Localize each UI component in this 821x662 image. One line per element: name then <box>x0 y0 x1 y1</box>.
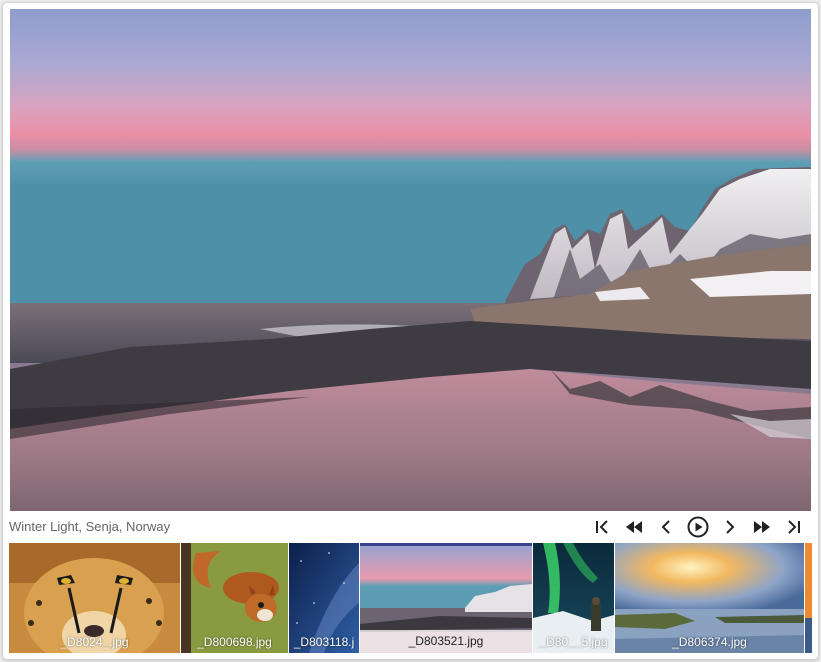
skip-to-last-button[interactable] <box>778 515 810 539</box>
rewind-icon <box>626 521 642 533</box>
thumbnail-label: _D803118.j <box>293 635 355 649</box>
next-icon <box>726 520 735 534</box>
main-photo[interactable] <box>10 9 811 511</box>
caption-bar: Winter Light, Senja, Norway <box>9 513 812 541</box>
partial-thumbnail-image <box>805 543 812 653</box>
thumbnail-partial[interactable] <box>805 543 812 653</box>
rewind-button[interactable] <box>618 515 650 539</box>
gallery-window: Winter Light, Senja, Norway _D8024_.jpg … <box>2 2 819 660</box>
thumbnail-cheetah[interactable]: _D8024_.jpg <box>9 543 180 653</box>
thumbnail-label: _D806374.jpg <box>672 635 747 649</box>
play-circle-icon <box>687 516 709 538</box>
thumbnail-label: _D80__5.jpg <box>539 635 608 649</box>
playback-controls <box>586 515 810 539</box>
next-button[interactable] <box>714 515 746 539</box>
thumbnail-label: _D8024_.jpg <box>60 635 129 649</box>
fast-forward-button[interactable] <box>746 515 778 539</box>
previous-button[interactable] <box>650 515 682 539</box>
play-button[interactable] <box>682 515 714 539</box>
thumbnail-label: _D803521.jpg <box>360 630 532 653</box>
thumbnail-night-sky[interactable]: _D803118.j <box>289 543 359 653</box>
skip-to-first-button[interactable] <box>586 515 618 539</box>
thumbnail-label: _D800698.jpg <box>197 635 272 649</box>
photo-caption: Winter Light, Senja, Norway <box>9 519 171 534</box>
thumbnail-sunset-clouds[interactable]: _D806374.jpg <box>615 543 804 653</box>
skip-to-first-icon <box>596 520 608 534</box>
thumbnail-squirrel[interactable]: _D800698.jpg <box>181 543 288 653</box>
mountain-lake-sunset-photo <box>10 9 811 511</box>
previous-icon <box>661 520 670 534</box>
skip-to-last-icon <box>788 520 800 534</box>
fast-forward-icon <box>754 521 770 533</box>
thumbnail-filmstrip: _D8024_.jpg _D800698.jpg _D803118.j _D80… <box>9 543 812 653</box>
thumbnail-mountain-lake-active[interactable]: _D803521.jpg <box>360 543 532 653</box>
thumbnail-aurora[interactable]: _D80__5.jpg <box>533 543 614 653</box>
